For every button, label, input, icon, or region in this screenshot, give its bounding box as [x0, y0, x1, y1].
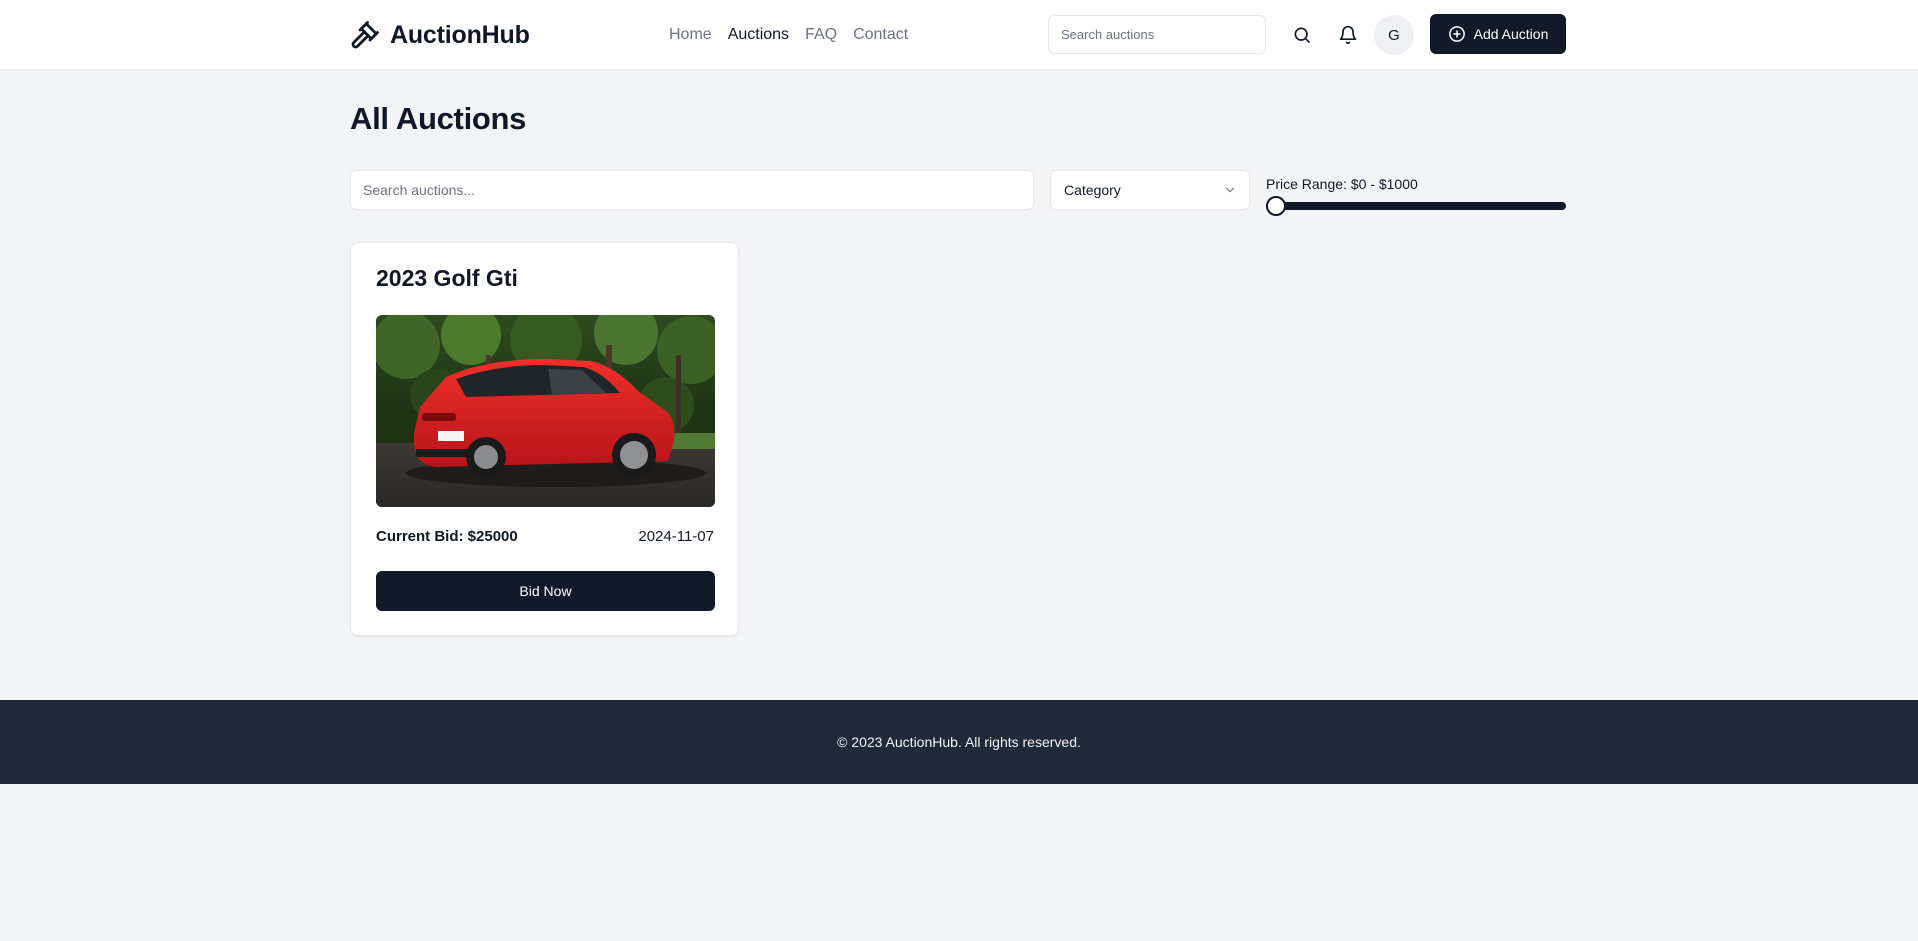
price-range-handle[interactable] — [1266, 196, 1286, 216]
auction-card: 2023 Golf Gti Current Bid: $25000 2024-1… — [350, 242, 739, 636]
brand-logo[interactable]: AuctionHub — [350, 17, 530, 53]
current-bid: Current Bid: $25000 — [376, 528, 518, 545]
page-title: All Auctions — [350, 101, 527, 136]
copyright-text: © 2023 AuctionHub. All rights reserved. — [837, 734, 1081, 750]
car-photo — [376, 315, 715, 507]
nav-faq[interactable]: FAQ — [805, 24, 837, 46]
category-select-label: Category — [1064, 182, 1121, 198]
bell-icon — [1339, 25, 1357, 45]
bid-now-button[interactable]: Bid Now — [376, 571, 715, 611]
add-auction-button[interactable]: Add Auction — [1430, 14, 1566, 54]
gavel-icon — [351, 21, 379, 49]
chevron-down-icon — [1225, 187, 1235, 193]
notifications-button[interactable] — [1330, 17, 1366, 53]
category-select[interactable]: Category — [1050, 170, 1250, 210]
auction-end-date: 2024-11-07 — [638, 528, 714, 545]
auction-title: 2023 Golf Gti — [376, 265, 518, 291]
search-icon — [1294, 27, 1310, 43]
main-nav: Home Auctions FAQ Contact — [669, 24, 908, 46]
nav-auctions[interactable]: Auctions — [728, 24, 789, 46]
header-search-input[interactable] — [1048, 15, 1266, 54]
brand-name: AuctionHub — [390, 20, 530, 49]
top-header: AuctionHub Home Auctions FAQ Contact G A… — [0, 0, 1918, 70]
auction-image[interactable] — [376, 315, 715, 507]
nav-contact[interactable]: Contact — [853, 24, 908, 46]
nav-home[interactable]: Home — [669, 24, 712, 46]
price-range-fill — [1266, 202, 1566, 210]
price-range-label: Price Range: $0 - $1000 — [1266, 176, 1418, 192]
user-avatar[interactable]: G — [1374, 15, 1414, 55]
add-auction-label: Add Auction — [1473, 26, 1549, 42]
auction-search-input[interactable] — [350, 170, 1034, 210]
search-button[interactable] — [1284, 17, 1320, 53]
price-range-slider[interactable] — [1266, 202, 1566, 210]
plus-circle-icon — [1448, 26, 1465, 42]
footer: © 2023 AuctionHub. All rights reserved. — [0, 700, 1918, 784]
